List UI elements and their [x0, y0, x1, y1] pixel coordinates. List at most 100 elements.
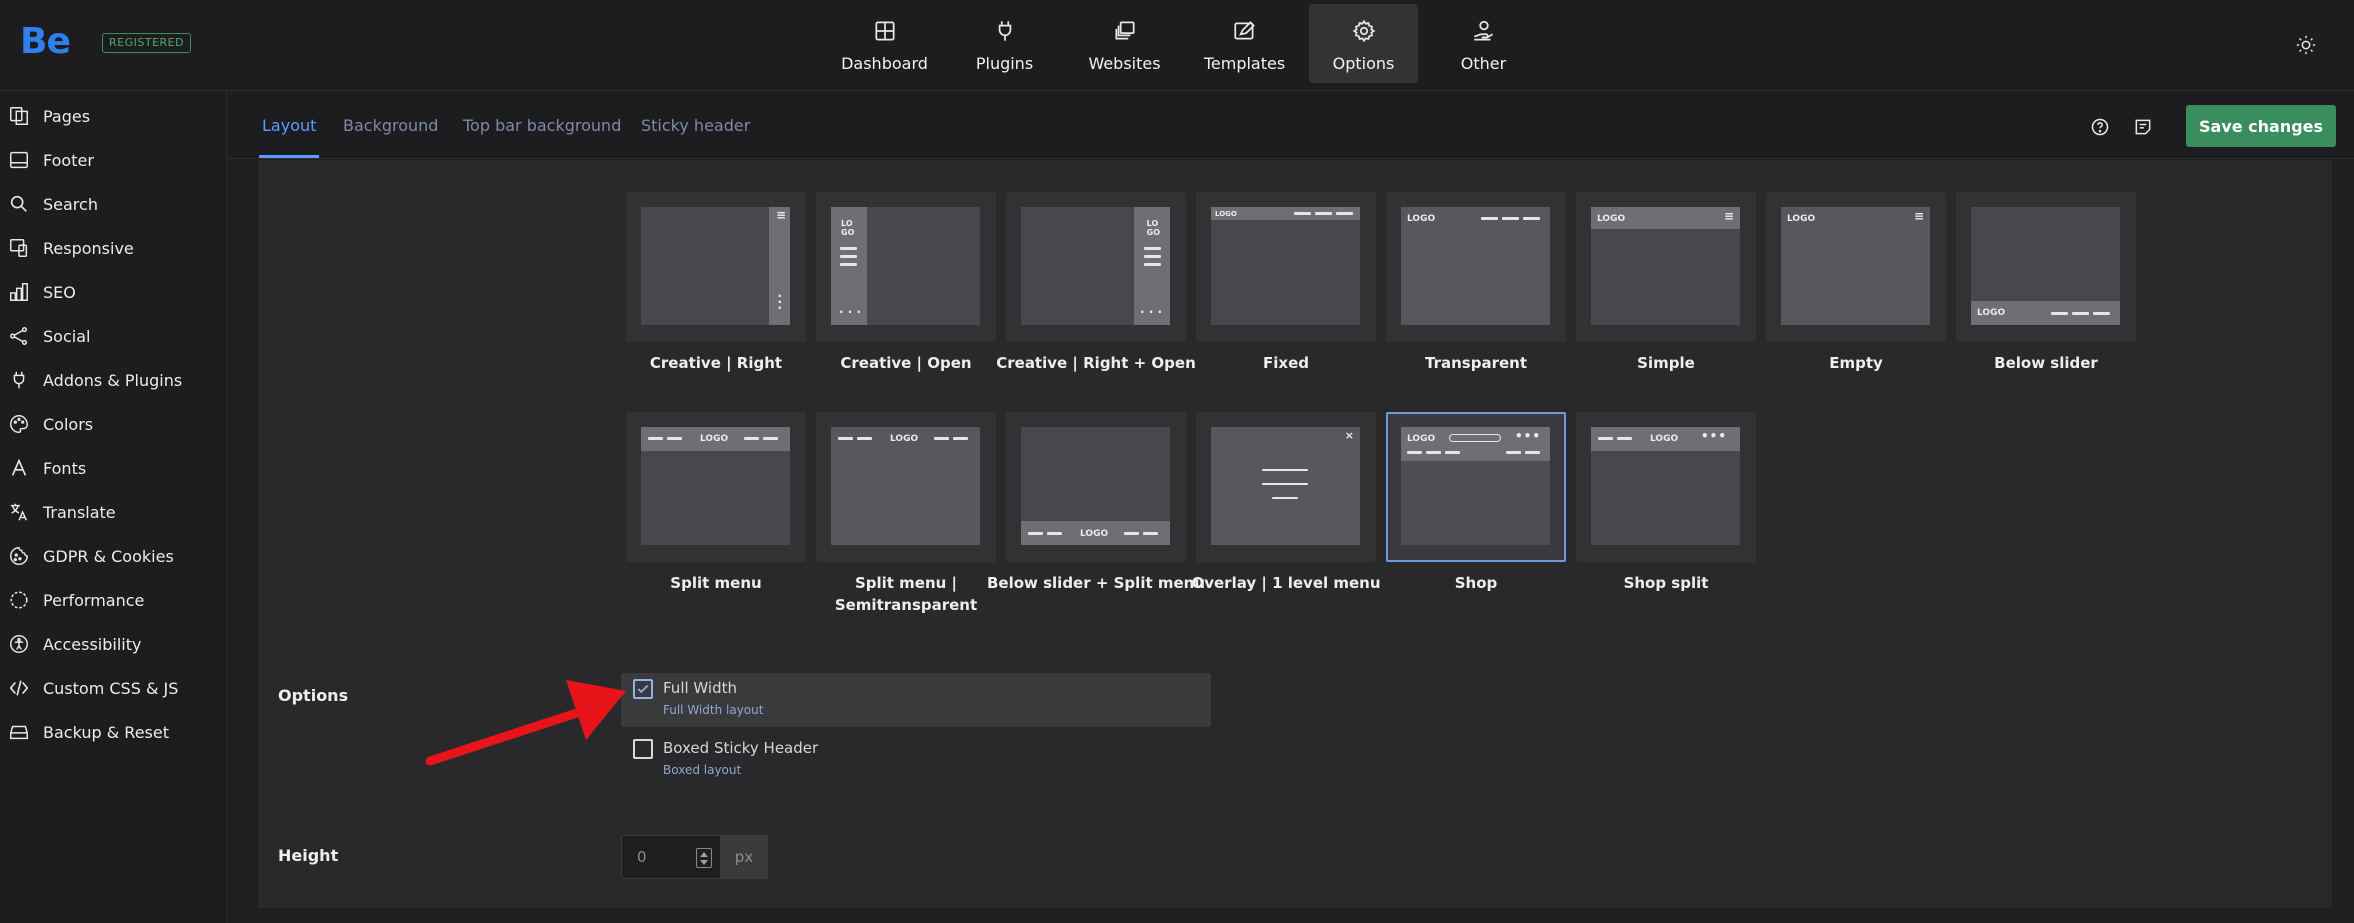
layout-label: Creative | Right — [649, 354, 783, 372]
layout-option-transparent[interactable]: LOGO — [1386, 192, 1566, 342]
templates-icon — [1233, 21, 1255, 40]
sidebar-item-seo[interactable]: SEO — [0, 274, 226, 310]
sidebar-item-search[interactable]: Search — [0, 186, 226, 222]
layout-option-creative-open[interactable]: LO GO · · · — [816, 192, 996, 342]
tab-layout[interactable]: Layout — [258, 92, 320, 158]
layout-thumbnail: LOGO ≡ — [1781, 207, 1930, 325]
sun-icon — [2296, 35, 2316, 55]
layout-option-creative-right-open[interactable]: LO GO · · · — [1006, 192, 1186, 342]
thumb-logo-text: LOGO — [1215, 210, 1237, 218]
seo-chart-icon — [10, 283, 28, 301]
websites-icon — [1114, 21, 1135, 40]
thumb-logo-text: LO GO — [841, 219, 855, 237]
sidebar-item-fonts[interactable]: Fonts — [0, 450, 226, 486]
theme-toggle[interactable] — [2290, 29, 2322, 61]
layout-thumbnail: LOGO — [1971, 207, 2120, 325]
layout-option-creative-right[interactable]: ≡ · · · — [626, 192, 806, 342]
option-boxed-sticky-header[interactable]: Boxed Sticky Header Boxed layout — [621, 733, 1211, 787]
option-subtitle: Full Width layout — [663, 703, 764, 717]
layout-thumbnail: LO GO · · · — [1021, 207, 1170, 325]
sidebar-item-accessibility[interactable]: Accessibility — [0, 626, 226, 662]
layout-label: Creative | Right + Open — [996, 354, 1196, 372]
full-width-checkbox[interactable] — [633, 679, 653, 699]
sidebar-item-backup-reset[interactable]: Backup & Reset — [0, 714, 226, 750]
save-changes-button[interactable]: Save changes — [2186, 105, 2336, 147]
gear-icon — [1352, 19, 1375, 43]
sidebar-item-gdpr[interactable]: GDPR & Cookies — [0, 538, 226, 574]
nav-dashboard[interactable]: Dashboard — [830, 4, 939, 83]
layout-option-below-slider-split-menu[interactable]: LOGO — [1006, 412, 1186, 562]
boxed-sticky-header-checkbox[interactable] — [633, 739, 653, 759]
help-circle-icon — [2091, 118, 2109, 136]
layout-option-overlay-1-level-menu[interactable]: × — [1196, 412, 1376, 562]
option-full-width[interactable]: Full Width Full Width layout — [621, 673, 1211, 727]
layout-option-shop[interactable]: LOGO ••• — [1386, 412, 1566, 562]
layout-label: Shop split — [1623, 574, 1709, 592]
layout-option-split-menu[interactable]: LOGO — [626, 412, 806, 562]
tab-sticky-header[interactable]: Sticky header — [641, 92, 750, 158]
height-unit: px — [721, 835, 768, 879]
layout-label: Overlay | 1 level menu — [1191, 574, 1381, 592]
nav-options[interactable]: Options — [1309, 4, 1418, 83]
sidebar-item-label: Responsive — [43, 238, 134, 258]
plug-icon — [998, 21, 1011, 41]
height-input[interactable]: 0 — [621, 835, 721, 879]
sidebar-item-label: Footer — [43, 150, 94, 170]
nav-websites[interactable]: Websites — [1070, 4, 1179, 83]
sidebar-item-custom-css-js[interactable]: Custom CSS & JS — [0, 670, 226, 706]
layout-thumbnail: LOGO — [641, 427, 790, 545]
nav-label: Websites — [1088, 54, 1161, 73]
nav-other[interactable]: Other — [1429, 4, 1538, 83]
height-value: 0 — [637, 848, 647, 866]
help-button[interactable] — [2085, 112, 2115, 142]
translate-icon — [10, 503, 28, 521]
layout-label: Split menu — [670, 574, 762, 592]
layout-label: Fixed — [1263, 354, 1309, 372]
font-icon — [11, 458, 27, 476]
option-title: Full Width — [663, 679, 737, 697]
check-icon — [637, 684, 649, 694]
content-panel: ≡ · · · Creative | Right LO GO · · · Creat… — [258, 160, 2332, 908]
option-subtitle: Boxed layout — [663, 763, 742, 777]
nav-plugins[interactable]: Plugins — [950, 4, 1059, 83]
layout-label: Transparent — [1425, 354, 1527, 372]
layout-thumbnail: LOGO ••• — [1401, 427, 1550, 545]
thumb-logo-text: LOGO — [700, 434, 729, 444]
sidebar-item-translate[interactable]: Translate — [0, 494, 226, 530]
tab-top-bar-background[interactable]: Top bar background — [463, 92, 621, 158]
height-stepper[interactable] — [696, 848, 712, 868]
layout-thumbnail: LO GO · · · — [831, 207, 980, 325]
sidebar-item-performance[interactable]: Performance — [0, 582, 226, 618]
sidebar-item-footer[interactable]: Footer — [0, 142, 226, 178]
layout-option-simple[interactable]: LOGO ≡ — [1576, 192, 1756, 342]
nav-label: Options — [1332, 54, 1395, 73]
sidebar-item-label: Custom CSS & JS — [43, 678, 179, 698]
notes-button[interactable] — [2128, 112, 2158, 142]
gauge-icon — [10, 591, 28, 609]
top-bar: Be REGISTERED Dashboard Plugins Websites… — [0, 0, 2354, 91]
layout-option-below-slider[interactable]: LOGO — [1956, 192, 2136, 342]
layout-label: Empty — [1829, 354, 1883, 372]
thumb-logo-text: LOGO — [1787, 214, 1816, 224]
sidebar-item-social[interactable]: Social — [0, 318, 226, 354]
layout-option-split-menu-semitransparent[interactable]: LOGO — [816, 412, 996, 562]
sidebar-item-responsive[interactable]: Responsive — [0, 230, 226, 266]
layout-option-shop-split[interactable]: LOGO ••• — [1576, 412, 1756, 562]
sidebar-item-pages[interactable]: Pages — [0, 98, 226, 134]
layout-option-empty[interactable]: LOGO ≡ — [1766, 192, 1946, 342]
layout-thumbnail: × — [1211, 427, 1360, 545]
sidebar-item-addons[interactable]: Addons & Plugins — [0, 362, 226, 398]
thumb-logo-text: LOGO — [1977, 308, 2006, 318]
app-logo[interactable]: Be — [20, 20, 71, 64]
sidebar-item-label: Addons & Plugins — [43, 370, 183, 390]
nav-templates[interactable]: Templates — [1190, 4, 1299, 83]
sidebar-item-colors[interactable]: Colors — [0, 406, 226, 442]
sidebar-item-label: Search — [43, 194, 98, 214]
options-label: Options — [278, 686, 349, 705]
share-icon — [10, 327, 28, 345]
thumb-logo-text: LOGO — [1407, 434, 1436, 444]
dashboard-icon — [874, 21, 895, 41]
layout-option-fixed[interactable]: LOGO — [1196, 192, 1376, 342]
sidebar-item-label: SEO — [43, 282, 76, 302]
tab-background[interactable]: Background — [343, 92, 438, 158]
